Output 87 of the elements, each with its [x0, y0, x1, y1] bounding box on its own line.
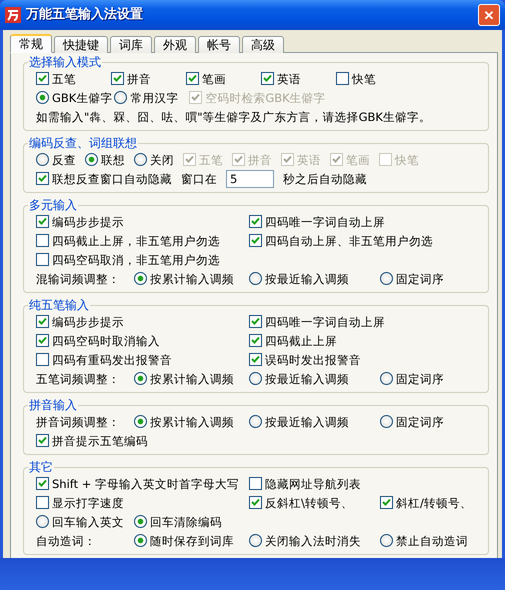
- radio-button[interactable]: 反查: [36, 152, 76, 166]
- checkbox[interactable]: 四码空码时取消输入: [36, 334, 249, 348]
- radio-button[interactable]: 关闭: [134, 152, 174, 166]
- check-icon: [38, 217, 47, 226]
- tab[interactable]: 外观: [154, 36, 196, 53]
- field-label: 拼音词频调整：: [36, 414, 121, 428]
- group-title: 编码反查、词组联想: [28, 136, 138, 150]
- checkbox[interactable]: 笔画: [186, 72, 259, 86]
- check-icon: [38, 436, 47, 445]
- seconds-input[interactable]: 5: [226, 170, 274, 188]
- check-icon: [38, 336, 47, 345]
- radio-button[interactable]: 固定词序: [380, 372, 484, 386]
- field-label: 五笔词频调整：: [36, 372, 121, 386]
- radio-button[interactable]: 回车输入英文: [36, 514, 134, 528]
- check-icon: [332, 155, 341, 164]
- radio-button[interactable]: 联想: [85, 152, 125, 166]
- check-icon: [113, 74, 122, 83]
- check-icon: [251, 336, 260, 345]
- window-title: 万能五笔输入法设置: [26, 8, 144, 22]
- radio-button[interactable]: 关闭输入法时消失: [249, 534, 380, 548]
- hint-text: 如需输入"犇、槑、囧、呿、嘪"等生僻字及广东方言，请选择GBK生僻字。: [36, 110, 431, 124]
- checkbox[interactable]: 四码自动上屏、非五笔用户勿选: [249, 234, 484, 248]
- radio-button[interactable]: 按累计输入调频: [134, 272, 249, 286]
- checkbox[interactable]: 隐藏网址导航列表: [249, 476, 484, 490]
- tab[interactable]: 快捷键: [54, 36, 108, 53]
- radio-button[interactable]: 按最近输入调频: [249, 414, 380, 428]
- group-title: 多元输入: [28, 198, 78, 212]
- check-icon: [251, 236, 260, 245]
- check-icon: [185, 155, 194, 164]
- checkbox[interactable]: 编码步步提示: [36, 314, 249, 328]
- check-icon: [38, 74, 47, 83]
- checkbox[interactable]: 四码唯一字词自动上屏: [249, 314, 484, 328]
- check-icon: [251, 317, 260, 326]
- check-icon: [191, 93, 200, 102]
- close-button[interactable]: ✕: [478, 4, 500, 26]
- checkbox[interactable]: 反斜杠\转顿号、: [249, 496, 380, 510]
- checkbox[interactable]: 四码截止上屏: [249, 334, 484, 348]
- radio-button[interactable]: 固定词序: [380, 272, 484, 286]
- checkbox[interactable]: Shift + 字母输入英文时首字母大写: [36, 476, 249, 490]
- checkbox[interactable]: 四码有重码发出报警音: [36, 352, 249, 366]
- tab[interactable]: 高级: [242, 36, 284, 53]
- radio-button[interactable]: 按累计输入调频: [134, 414, 249, 428]
- check-icon: [38, 317, 47, 326]
- tab[interactable]: 帐号: [198, 36, 240, 53]
- tab[interactable]: 词库: [110, 36, 152, 53]
- group-title: 其它: [28, 460, 54, 474]
- check-icon: [38, 479, 47, 488]
- checkbox[interactable]: 五笔: [36, 72, 109, 86]
- check-icon: [263, 74, 272, 83]
- check-icon: [382, 498, 391, 507]
- check-icon: [234, 155, 243, 164]
- tab[interactable]: 常规: [10, 34, 52, 53]
- check-icon: [251, 217, 260, 226]
- field-label: 秒之后自动隐藏: [283, 172, 367, 186]
- checkbox[interactable]: 拼音提示五笔编码: [36, 434, 249, 448]
- checkbox[interactable]: 英语: [261, 72, 334, 86]
- check-icon: [188, 74, 197, 83]
- radio-button[interactable]: 常用汉字: [114, 90, 188, 104]
- check-icon: [251, 355, 260, 364]
- field-label: 窗口在: [181, 172, 217, 186]
- checkbox[interactable]: 显示打字速度: [36, 496, 249, 510]
- group-title: 拼音输入: [28, 398, 78, 412]
- checkbox[interactable]: 误码时发出报警音: [249, 352, 484, 366]
- radio-button[interactable]: 回车清除编码: [134, 514, 249, 528]
- radio-button[interactable]: 按最近输入调频: [249, 272, 380, 286]
- check-icon: [38, 174, 47, 183]
- radio-button[interactable]: 按最近输入调频: [249, 372, 380, 386]
- checkbox[interactable]: 编码步步提示: [36, 214, 249, 228]
- check-icon: [251, 498, 260, 507]
- radio-button[interactable]: 禁止自动造词: [380, 534, 484, 548]
- checkbox[interactable]: 联想反查窗口自动隐藏: [36, 172, 172, 186]
- checkbox[interactable]: 四码截止上屏，非五笔用户勿选: [36, 234, 249, 248]
- checkbox[interactable]: 拼音: [111, 72, 184, 86]
- checkbox[interactable]: 四码空码取消，非五笔用户勿选: [36, 252, 249, 266]
- radio-button[interactable]: 随时保存到词库: [134, 534, 249, 548]
- checkbox[interactable]: 快笔: [336, 72, 409, 86]
- checkbox[interactable]: 四码唯一字词自动上屏: [249, 214, 484, 228]
- checkbox[interactable]: 斜杠/转顿号、: [380, 496, 484, 510]
- group-title: 选择输入模式: [28, 55, 102, 69]
- radio-button[interactable]: GBK生僻字: [36, 90, 112, 104]
- group-title: 纯五笔输入: [28, 298, 90, 312]
- app-logo-icon: [5, 7, 21, 23]
- field-label: 自动造词：: [36, 534, 97, 548]
- radio-button[interactable]: 固定词序: [380, 414, 484, 428]
- field-label: 混输词频调整：: [36, 272, 121, 286]
- radio-button[interactable]: 按累计输入调频: [134, 372, 249, 386]
- check-icon: [283, 155, 292, 164]
